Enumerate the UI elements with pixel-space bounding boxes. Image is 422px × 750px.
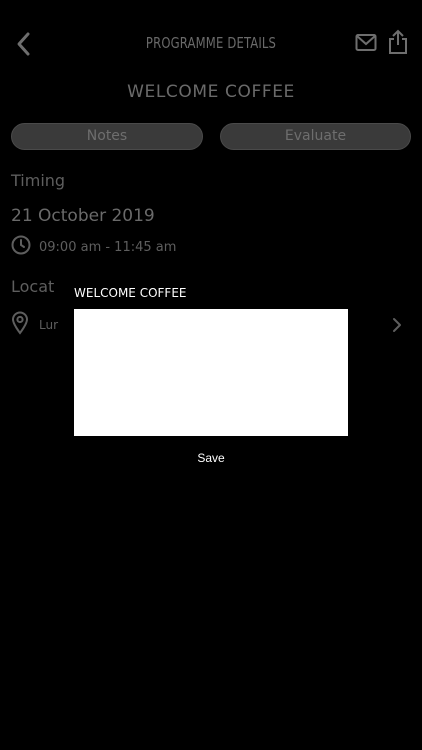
modal-title: WELCOME COFFEE [74,286,187,300]
notes-textarea[interactable] [74,309,348,436]
save-button[interactable]: Save [0,450,422,466]
notes-modal: WELCOME COFFEE Save [0,0,422,750]
